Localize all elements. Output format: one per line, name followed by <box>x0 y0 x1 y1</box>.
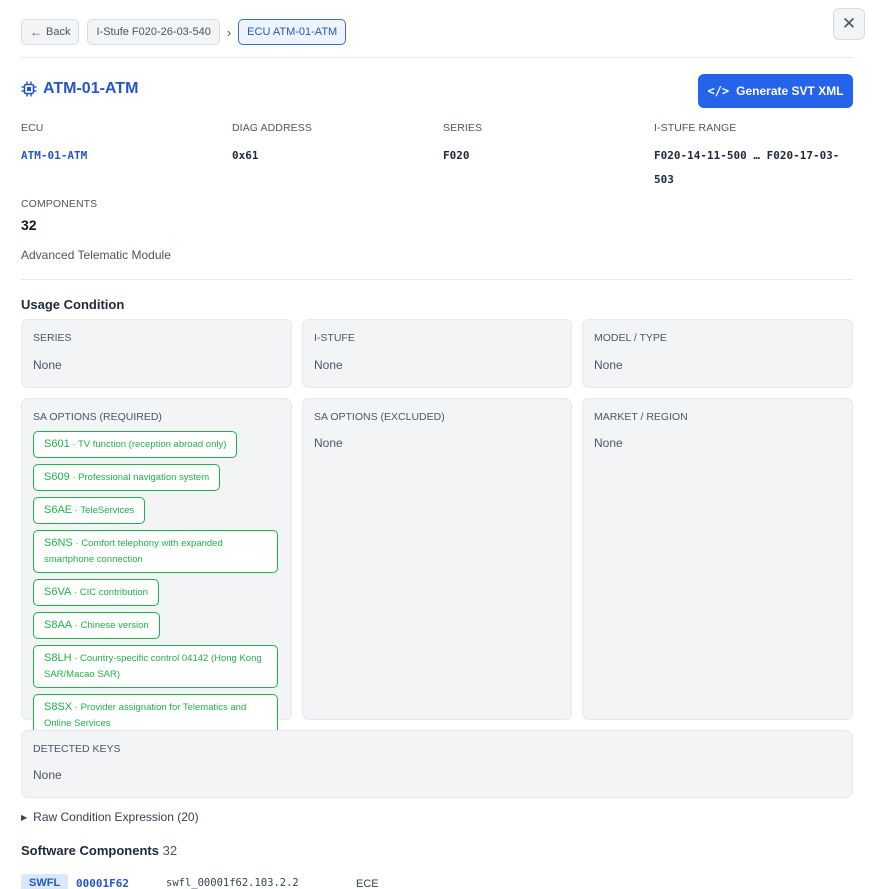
card-series-label: SERIES <box>33 332 72 344</box>
sa-option-code: S609 <box>44 471 70 483</box>
card-market-value: None <box>594 436 623 450</box>
sa-option-text: Professional navigation system <box>78 472 210 483</box>
chip-icon <box>21 81 37 97</box>
card-model-label: MODEL / TYPE <box>594 332 667 344</box>
meta-components-value: 32 <box>21 217 37 233</box>
meta-range-label: I-STUFE RANGE <box>654 122 737 134</box>
divider <box>21 57 853 58</box>
card-model-type: MODEL / TYPE None <box>582 319 853 388</box>
ecu-description: Advanced Telematic Module <box>21 248 171 262</box>
sa-option-text: Country-specific control 04142 (Hong Kon… <box>44 653 262 680</box>
sa-option-code: S6NS <box>44 537 73 549</box>
meta-components: COMPONENTS <box>21 198 221 210</box>
sa-option-code: S8LH <box>44 652 72 664</box>
meta-diag-value: 0x61 <box>232 149 259 162</box>
sa-option-code: S601 <box>44 438 70 450</box>
card-series: SERIES None <box>21 319 292 388</box>
meta-ecu-value[interactable]: ATM-01-ATM <box>21 144 221 168</box>
sa-option-text: Provider assignation for Telematics and … <box>44 702 247 729</box>
table-row[interactable]: SWFL 00001F62 swfl_00001f62.103.2.2 ECE <box>21 874 421 889</box>
sa-option-code: S6AE <box>44 504 73 516</box>
meta-range-value: F020-14-11-500 … F020-17-03-503 <box>654 149 840 186</box>
sa-option-code: S8SX <box>44 701 73 713</box>
breadcrumb-istufe[interactable]: I-Stufe F020-26-03-540 <box>87 19 220 45</box>
sa-option-chip[interactable]: S601 · TV function (reception abroad onl… <box>33 431 238 458</box>
meta-series-label: SERIES <box>443 122 483 134</box>
card-detected-keys-value: None <box>33 768 62 782</box>
card-sa-excluded-label: SA OPTIONS (EXCLUDED) <box>314 411 445 423</box>
meta-series-value: F020 <box>443 149 470 162</box>
card-sa-excluded: SA OPTIONS (EXCLUDED) None <box>302 398 572 720</box>
sa-option-code: S8AA <box>44 619 73 631</box>
ecu-title: ATM-01-ATM <box>43 80 139 97</box>
code-icon: </> <box>707 84 730 98</box>
triangle-right-icon: ▶ <box>21 812 28 822</box>
software-components-count: 32 <box>162 843 178 858</box>
sa-option-chip[interactable]: S6VA · CIC contribution <box>33 579 159 606</box>
card-istufe: I-STUFE None <box>302 319 572 388</box>
breadcrumb-istufe-label: I-Stufe F020-26-03-540 <box>96 26 211 38</box>
sa-option-text: TeleServices <box>80 505 135 516</box>
generate-svt-xml-label: Generate SVT XML <box>736 84 844 98</box>
card-detected-keys-label: DETECTED KEYS <box>33 743 121 755</box>
sa-option-chip[interactable]: S609 · Professional navigation system <box>33 464 221 491</box>
breadcrumb-ecu-label: ECU ATM-01-ATM <box>247 26 338 38</box>
meta-series: SERIES F020 <box>443 122 643 168</box>
meta-diag-label: DIAG ADDRESS <box>232 122 312 134</box>
sa-option-text: TV function (reception abroad only) <box>77 439 227 450</box>
card-detected-keys: DETECTED KEYS None <box>21 730 853 798</box>
raw-condition-toggle[interactable]: ▶ Raw Condition Expression (20) <box>21 810 199 824</box>
card-istufe-value: None <box>314 358 343 372</box>
card-sa-required-label: SA OPTIONS (REQUIRED) <box>33 411 162 423</box>
sa-option-list: S601 · TV function (reception abroad onl… <box>33 431 280 737</box>
sa-option-code: S6VA <box>44 586 72 598</box>
sw-file-name: swfl_00001f62.103.2.2 <box>166 877 299 889</box>
sa-option-chip[interactable]: S8LH · Country-specific control 04142 (H… <box>33 645 278 688</box>
close-icon: ✕ <box>841 14 857 33</box>
generate-svt-xml-button[interactable]: </> Generate SVT XML <box>698 74 853 108</box>
card-series-value: None <box>33 358 62 372</box>
software-components-label: Software Components <box>21 843 159 858</box>
card-sa-required: SA OPTIONS (REQUIRED) S601 · TV function… <box>21 398 292 737</box>
arrow-left-icon: ← <box>30 25 42 39</box>
card-market-label: MARKET / REGION <box>594 411 688 423</box>
back-button[interactable]: ← Back <box>21 19 80 45</box>
software-components-title: Software Components 32 <box>21 843 177 858</box>
card-sa-excluded-value: None <box>314 436 343 450</box>
sw-ext: ECE <box>356 878 379 889</box>
breadcrumb-ecu[interactable]: ECU ATM-01-ATM <box>238 19 347 45</box>
meta-diag-address: DIAG ADDRESS 0x61 <box>232 122 432 168</box>
raw-condition-label: Raw Condition Expression (20) <box>33 810 199 824</box>
divider <box>21 279 853 280</box>
close-button[interactable]: ✕ <box>833 8 865 40</box>
chevron-right-icon: › <box>226 24 232 40</box>
meta-components-label: COMPONENTS <box>21 198 98 210</box>
breadcrumb: ← Back I-Stufe F020-26-03-540 › ECU ATM-… <box>21 19 347 45</box>
sa-option-text: CIC contribution <box>79 587 148 598</box>
sa-option-chip[interactable]: S6NS · Comfort telephony with expanded s… <box>33 530 278 573</box>
sa-option-chip[interactable]: S8AA · Chinese version <box>33 612 160 639</box>
sw-id-link[interactable]: 00001F62 <box>76 877 129 889</box>
sw-type-badge: SWFL <box>21 874 69 889</box>
card-istufe-label: I-STUFE <box>314 332 355 344</box>
usage-condition-title: Usage Condition <box>21 297 125 312</box>
meta-ecu-label: ECU <box>21 122 44 134</box>
sa-option-chip[interactable]: S6AE · TeleServices <box>33 497 146 524</box>
meta-ecu: ECU ATM-01-ATM <box>21 122 221 168</box>
card-market-region: MARKET / REGION None <box>582 398 853 720</box>
sa-option-text: Chinese version <box>80 620 149 631</box>
page-title: ATM-01-ATM <box>21 80 138 98</box>
back-label: Back <box>46 26 71 38</box>
card-model-value: None <box>594 358 623 372</box>
meta-istufe-range: I-STUFE RANGE F020-14-11-500 … F020-17-0… <box>654 122 854 192</box>
